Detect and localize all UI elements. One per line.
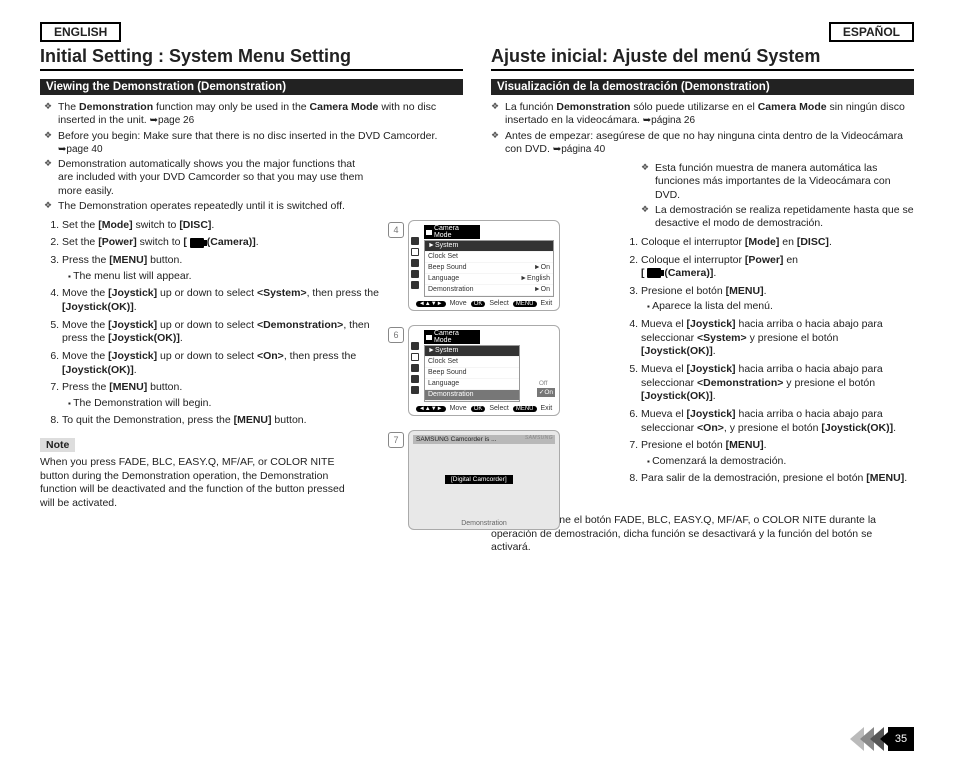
title-es: Ajuste inicial: Ajuste del menú System <box>491 46 914 71</box>
section-es: Visualización de la demostración (Demons… <box>491 79 914 95</box>
figure-number-4: 4 <box>388 222 404 238</box>
lang-spanish: ESPAÑOL <box>829 22 914 42</box>
figure-number-6: 6 <box>388 327 404 343</box>
title-en: Initial Setting : System Menu Setting <box>40 46 463 71</box>
samsung-logo: SAMSUNG <box>525 435 553 441</box>
note-label-en: Note <box>40 438 75 452</box>
nav-icon: ◄▲▼► <box>416 301 446 307</box>
nav-icon: ◄▲▼► <box>416 406 446 412</box>
figure-number-7: 7 <box>388 432 404 448</box>
osd-figure-7: SAMSUNG Camcorder is ... SAMSUNG [Digita… <box>408 430 560 530</box>
center-figures: 4 Camera Mode ►System Clock Set Beep Sou… <box>408 220 574 530</box>
osd-figure-6: Camera Mode ►System Clock Set Beep Sound… <box>408 325 560 416</box>
camera-icon <box>190 238 204 248</box>
steps-es: Coloque el interruptor [Mode] en [DISC].… <box>641 236 914 486</box>
osd-figure-4: Camera Mode ►System Clock Set Beep Sound… <box>408 220 560 311</box>
camera-icon <box>647 268 661 278</box>
lang-english: ENGLISH <box>40 22 121 42</box>
section-en: Viewing the Demonstration (Demonstration… <box>40 79 463 95</box>
steps-en: Set the [Mode] switch to [DISC]. Set the… <box>62 219 382 428</box>
note-en: When you press FADE, BLC, EASY.Q, MF/AF,… <box>40 456 360 511</box>
page-number: 35 <box>850 727 914 754</box>
